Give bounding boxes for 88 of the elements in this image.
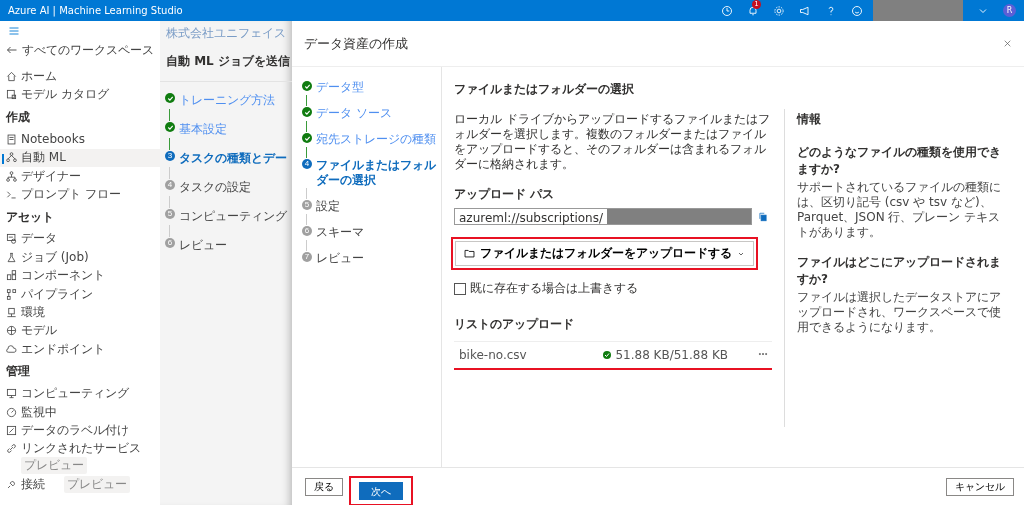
bell-icon xyxy=(747,4,759,17)
next-button[interactable]: 次へ xyxy=(359,481,403,500)
copy-icon xyxy=(758,211,768,222)
section-heading: アセット xyxy=(5,208,55,226)
dialog-title: データ資産の作成 xyxy=(304,34,408,53)
nav-item[interactable]: リンクされたサービス プレビュー xyxy=(0,439,160,476)
data-icon xyxy=(6,233,17,245)
nav-item[interactable]: デザイナー xyxy=(0,166,160,186)
step-label[interactable]: タスクの種類とデー xyxy=(179,150,287,167)
step-label[interactable]: スキーマ xyxy=(316,225,440,240)
section-heading: 作成 xyxy=(5,109,31,127)
step-number: 6 xyxy=(165,238,175,248)
environment-icon xyxy=(6,307,17,318)
nav-item[interactable]: 環境 xyxy=(0,303,160,322)
faq-answer: サポートされているファイルの種類には、区切り記号 (csv や tsv など)、Parquet、JSON 行、プレーン テキストがあります。 xyxy=(797,180,1002,240)
prompt-icon xyxy=(6,189,17,201)
cancel-button[interactable]: キャンセル xyxy=(946,477,1014,496)
section-heading: 管理 xyxy=(5,363,31,381)
model-icon xyxy=(6,325,17,337)
upload-button[interactable]: ファイルまたはフォルダーをアップロードする xyxy=(455,241,754,266)
home-icon xyxy=(6,71,17,83)
nav-item[interactable]: プロンプト フロー xyxy=(0,185,160,204)
component-icon xyxy=(6,270,17,282)
nav-item[interactable]: Notebooks xyxy=(0,130,160,149)
nav-item[interactable]: コンポーネント xyxy=(0,266,160,285)
step-label[interactable]: ファイルまたはフォルダーの選択 xyxy=(316,158,440,188)
back-button[interactable]: 戻る xyxy=(305,477,343,496)
gauge-icon xyxy=(6,406,17,418)
link-icon xyxy=(6,442,17,454)
nav-item[interactable]: モデル xyxy=(0,321,160,341)
step-number: 4 xyxy=(165,180,175,190)
app-title: Azure AI | Machine Learning Studio xyxy=(8,5,184,16)
nav-item[interactable]: ジョブ (Job) xyxy=(0,248,160,267)
nav-item[interactable]: データ xyxy=(0,229,160,249)
flowchart-icon xyxy=(6,152,17,164)
info-heading: 情報 xyxy=(797,111,822,128)
upload-path-field[interactable]: azureml://subscriptions/ xyxy=(454,208,752,225)
pipeline-icon xyxy=(6,288,17,300)
nav-item[interactable]: エンドポイント xyxy=(0,340,160,359)
megaphone-icon xyxy=(799,4,811,17)
step-number: 5 xyxy=(165,209,175,219)
notebook-icon xyxy=(6,133,17,145)
description-text: ローカル ドライブからアップロードするファイルまたはフォルダーを選択します。複数のフォルダーまたはファイルをアップロードすると、そのフォルダーは含まれるフォルダーに格納されます。 xyxy=(454,112,771,172)
menu-icon xyxy=(8,25,20,37)
smiley-icon xyxy=(851,4,863,17)
checkbox[interactable] xyxy=(454,282,466,295)
nav-item[interactable]: 自動 ML xyxy=(0,148,160,167)
field-label: アップロード パス xyxy=(454,186,556,203)
settings-icon xyxy=(773,4,785,17)
section-title: ファイルまたはフォルダーの選択 xyxy=(454,81,635,98)
step-label[interactable]: レビュー xyxy=(179,237,227,254)
step-label[interactable]: レビュー xyxy=(316,251,440,266)
catalog-icon xyxy=(6,89,17,101)
folder-icon xyxy=(464,248,475,259)
nav-item[interactable]: モデル カタログ xyxy=(0,85,160,105)
nav-item[interactable]: ホーム xyxy=(0,67,160,86)
file-name: bike-no.csv xyxy=(459,348,528,362)
close-icon xyxy=(1003,38,1012,48)
list-heading: リストのアップロード xyxy=(454,316,575,333)
nav-item[interactable]: データのラベル付け xyxy=(0,421,160,440)
monitor-icon xyxy=(6,388,17,400)
clock-icon xyxy=(721,4,733,17)
preview-badge: プレビュー xyxy=(21,456,87,474)
cloud-icon xyxy=(6,343,17,355)
faq-question: どのようなファイルの種類を使用できますか? xyxy=(797,144,1002,178)
step-label[interactable]: タスクの設定 xyxy=(179,179,251,196)
designer-icon xyxy=(6,170,17,182)
avatar[interactable]: R xyxy=(1003,4,1016,17)
nav-item[interactable]: パイプライン xyxy=(0,284,160,304)
nav-item[interactable]: 監視中 xyxy=(0,402,160,422)
step-number: 3 xyxy=(165,151,175,161)
step-label[interactable]: コンピューティング xyxy=(179,208,287,225)
nav-item[interactable]: コンピューティング xyxy=(0,384,160,403)
flask-icon xyxy=(6,251,17,263)
step-number: 7 xyxy=(302,252,312,262)
upload-progress: 51.88 KB/51.88 KB xyxy=(615,348,728,362)
step-label[interactable]: 設定 xyxy=(316,199,440,214)
preview-badge: プレビュー xyxy=(64,475,130,493)
label-icon xyxy=(6,424,17,436)
faq-question: ファイルはどこにアップロードされますか? xyxy=(797,254,1002,288)
step-number: 4 xyxy=(302,159,312,169)
checkbox-label: 既に存在する場合は上書きする xyxy=(470,280,638,297)
faq-answer: ファイルは選択したデータストアにアップロードされ、ワークスペースで使用できるようになります。 xyxy=(797,290,1002,335)
plug-icon xyxy=(6,478,17,490)
back-link[interactable]: すべてのワークスペース xyxy=(0,41,160,60)
step-number: 6 xyxy=(302,226,312,236)
nav-item[interactable]: 接続 プレビュー xyxy=(0,475,160,495)
step-number: 5 xyxy=(302,200,312,210)
